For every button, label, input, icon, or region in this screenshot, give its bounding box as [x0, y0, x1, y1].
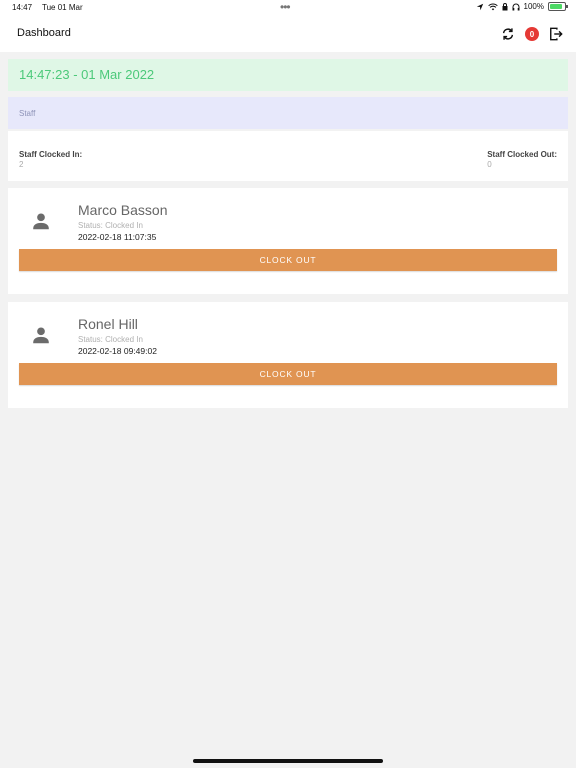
staff-timestamp: 2022-02-18 09:49:02	[78, 346, 157, 356]
clock-banner: 14:47:23 - 01 Mar 2022	[8, 59, 568, 91]
nav-actions: 0	[500, 26, 564, 42]
notification-badge[interactable]: 0	[525, 27, 539, 41]
battery-icon	[548, 2, 568, 11]
location-icon	[476, 3, 483, 10]
staff-summary: Staff Clocked In: 2 Staff Clocked Out: 0	[8, 131, 568, 181]
lock-rotation-icon	[502, 2, 508, 10]
clocked-in-count: 2	[19, 160, 24, 169]
current-datetime: 14:47:23 - 01 Mar 2022	[19, 67, 155, 82]
status-date: Tue 01 Mar	[42, 3, 83, 12]
status-bar: 14:47 Tue 01 Mar ••• 100%	[0, 0, 576, 16]
staff-section-header: Staff	[8, 97, 568, 129]
clocked-out-summary: Staff Clocked Out: 0	[487, 150, 557, 169]
clocked-out-count: 0	[487, 160, 492, 169]
staff-card: Marco Basson Status: Clocked In 2022-02-…	[8, 188, 568, 294]
headphones-icon	[512, 3, 520, 10]
wifi-icon	[487, 3, 498, 10]
page-title: Dashboard	[17, 27, 71, 39]
staff-status: Status: Clocked In	[78, 335, 143, 344]
clock-out-button[interactable]: CLOCK OUT	[19, 249, 557, 271]
status-time: 14:47	[12, 3, 33, 12]
clocked-in-label: Staff Clocked In:	[19, 150, 83, 159]
clocked-in-summary: Staff Clocked In: 2	[19, 150, 82, 169]
clock-out-button[interactable]: CLOCK OUT	[19, 363, 557, 385]
refresh-icon	[502, 28, 514, 40]
staff-section-title: Staff	[19, 109, 36, 118]
multitask-dots-icon[interactable]: •••	[280, 0, 291, 14]
staff-name: Ronel Hill	[78, 316, 138, 332]
refresh-button[interactable]	[500, 26, 516, 42]
logout-button[interactable]	[548, 26, 564, 42]
clocked-out-label: Staff Clocked Out:	[487, 150, 557, 159]
home-indicator[interactable]	[193, 759, 383, 763]
person-icon	[33, 327, 49, 344]
person-icon	[33, 213, 49, 230]
staff-timestamp: 2022-02-18 11:07:35	[78, 232, 157, 242]
staff-name: Marco Basson	[78, 202, 168, 218]
staff-card: Ronel Hill Status: Clocked In 2022-02-18…	[8, 302, 568, 408]
staff-status: Status: Clocked In	[78, 221, 143, 230]
status-icons: 100%	[476, 2, 568, 11]
logout-icon	[550, 27, 563, 41]
battery-percent: 100%	[523, 2, 544, 11]
navigation-bar: Dashboard 0	[0, 16, 576, 52]
